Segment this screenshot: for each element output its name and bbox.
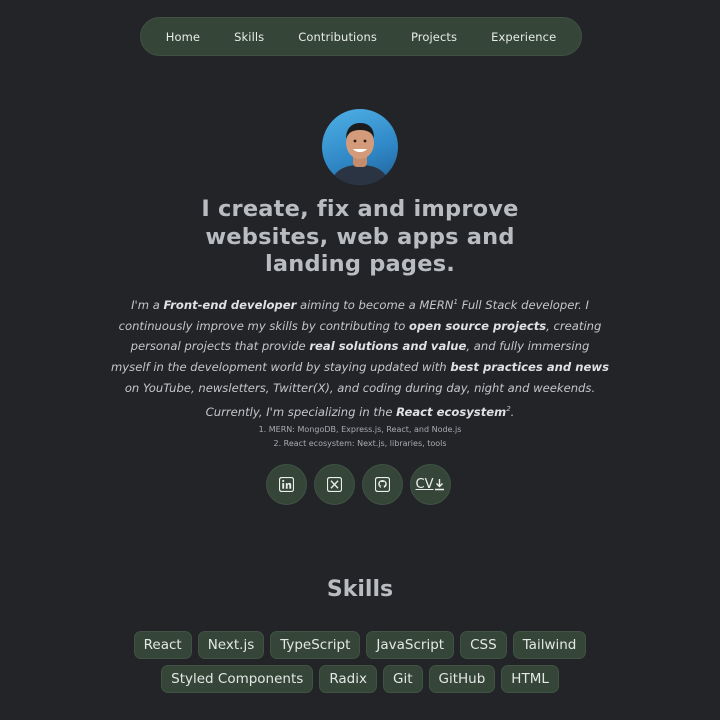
skill-chip: JavaScript <box>366 631 455 659</box>
x-icon <box>327 477 342 492</box>
skill-chip: Tailwind <box>512 631 587 659</box>
linkedin-icon <box>279 477 294 492</box>
github-icon <box>375 477 390 492</box>
footnote: 2. React ecosystem: Next.js, libraries, … <box>273 439 447 448</box>
intro-text: . <box>510 404 515 419</box>
skill-chip: HTML <box>501 665 559 693</box>
top-nav: Home Skills Contributions Projects Exper… <box>140 17 582 56</box>
skill-chip: GitHub <box>428 665 496 693</box>
download-cv-button[interactable]: CV <box>410 464 451 505</box>
skills-list: React Next.js TypeScript JavaScript CSS … <box>120 631 600 693</box>
avatar <box>322 109 398 185</box>
intro-bold: best practices and news <box>450 360 609 375</box>
skill-chip: Git <box>382 665 423 693</box>
download-icon <box>435 479 445 491</box>
skill-chip: React <box>133 631 192 659</box>
footnote: 1. MERN: MongoDB, Express.js, React, and… <box>258 425 462 434</box>
cv-label: CV <box>415 477 434 492</box>
intro-text: aiming to become a MERN <box>296 297 454 312</box>
social-links: CV <box>266 464 456 506</box>
skill-chip: TypeScript <box>270 631 361 659</box>
github-button[interactable] <box>362 464 403 505</box>
skill-chip: Radix <box>319 665 377 693</box>
linkedin-button[interactable] <box>266 464 307 505</box>
skill-chip: CSS <box>460 631 507 659</box>
x-button[interactable] <box>314 464 355 505</box>
nav-experience[interactable]: Experience <box>491 30 556 44</box>
intro-bold: React ecosystem <box>396 404 507 419</box>
nav-projects[interactable]: Projects <box>411 30 457 44</box>
intro-bold: Front-end developer <box>163 297 297 312</box>
footnotes: 1. MERN: MongoDB, Express.js, React, and… <box>160 423 560 451</box>
headline-line: websites, web apps and <box>205 223 515 250</box>
skills-title: Skills <box>326 577 394 602</box>
skill-chip: Next.js <box>197 631 265 659</box>
headline-line: I create, fix and improve <box>201 196 519 222</box>
skill-chip: Styled Components <box>161 665 314 693</box>
intro-text: I'm a <box>131 297 164 312</box>
headline-line: landing pages. <box>264 251 456 277</box>
nav-skills[interactable]: Skills <box>234 30 264 44</box>
nav-contributions[interactable]: Contributions <box>298 30 377 44</box>
intro-text: on YouTube, newsletters, Twitter(X), and… <box>124 381 596 419</box>
intro-bold: real solutions and value <box>309 339 467 354</box>
intro-bold: open source projects <box>408 318 547 333</box>
hero-intro: I'm a Front-end developer aiming to beco… <box>110 292 610 423</box>
nav-home[interactable]: Home <box>166 30 200 44</box>
page: Home Skills Contributions Projects Exper… <box>0 0 720 720</box>
hero-headline: I create, fix and improve websites, web … <box>160 196 560 279</box>
